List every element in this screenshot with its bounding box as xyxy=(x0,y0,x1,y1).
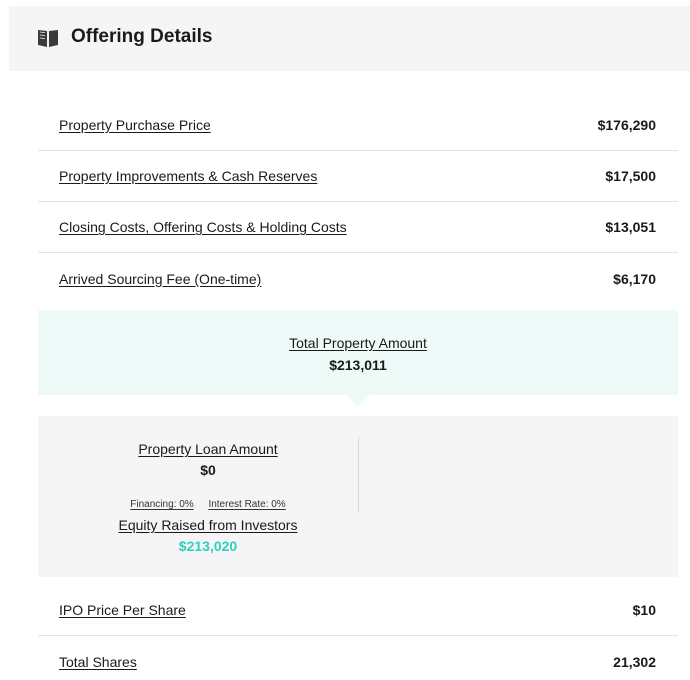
row-closing-costs: Closing Costs, Offering Costs & Holding … xyxy=(38,202,678,253)
row-improvements: Property Improvements & Cash Reserves $1… xyxy=(38,151,678,202)
panel-pointer xyxy=(346,395,370,407)
interest-rate[interactable]: Interest Rate: 0% xyxy=(208,499,285,510)
total-shares-label[interactable]: Total Shares xyxy=(59,654,137,670)
offering-details-header: Offering Details xyxy=(9,6,690,71)
book-icon xyxy=(38,30,58,47)
purchase-price-value: $176,290 xyxy=(597,117,656,133)
row-purchase-price: Property Purchase Price $176,290 xyxy=(38,100,678,151)
total-property-value: $213,011 xyxy=(329,357,387,373)
equity-raised-label[interactable]: Equity Raised from Investors xyxy=(38,517,378,533)
row-sourcing-fee: Arrived Sourcing Fee (One-time) $6,170 xyxy=(38,253,678,304)
ipo-price-value: $10 xyxy=(632,602,656,618)
total-property-label[interactable]: Total Property Amount xyxy=(38,335,678,351)
row-ipo-price: IPO Price Per Share $10 xyxy=(38,585,678,636)
total-shares-value: 21,302 xyxy=(613,653,656,670)
loan-amount-label[interactable]: Property Loan Amount xyxy=(38,441,378,457)
page-title: Offering Details xyxy=(71,26,213,47)
row-total-shares: Total Shares 21,302 xyxy=(38,636,678,680)
financing-panel: Property Loan Amount $0 Financing: 0% In… xyxy=(38,416,678,577)
sourcing-fee-label[interactable]: Arrived Sourcing Fee (One-time) xyxy=(59,271,261,287)
sourcing-fee-value: $6,170 xyxy=(613,270,656,287)
equity-raised-value: $213,020 xyxy=(178,538,238,554)
financing-rate[interactable]: Financing: 0% xyxy=(130,499,193,510)
purchase-price-label[interactable]: Property Purchase Price xyxy=(59,117,211,133)
closing-costs-label[interactable]: Closing Costs, Offering Costs & Holding … xyxy=(59,219,347,235)
closing-costs-value: $13,051 xyxy=(605,219,656,235)
ipo-price-label[interactable]: IPO Price Per Share xyxy=(59,602,186,618)
total-property-panel: Total Property Amount $213,011 xyxy=(38,310,678,395)
loan-terms: Financing: 0% Interest Rate: 0% xyxy=(38,499,378,510)
improvements-value: $17,500 xyxy=(605,168,656,184)
improvements-label[interactable]: Property Improvements & Cash Reserves xyxy=(59,168,317,184)
loan-amount-value: $0 xyxy=(200,462,216,478)
